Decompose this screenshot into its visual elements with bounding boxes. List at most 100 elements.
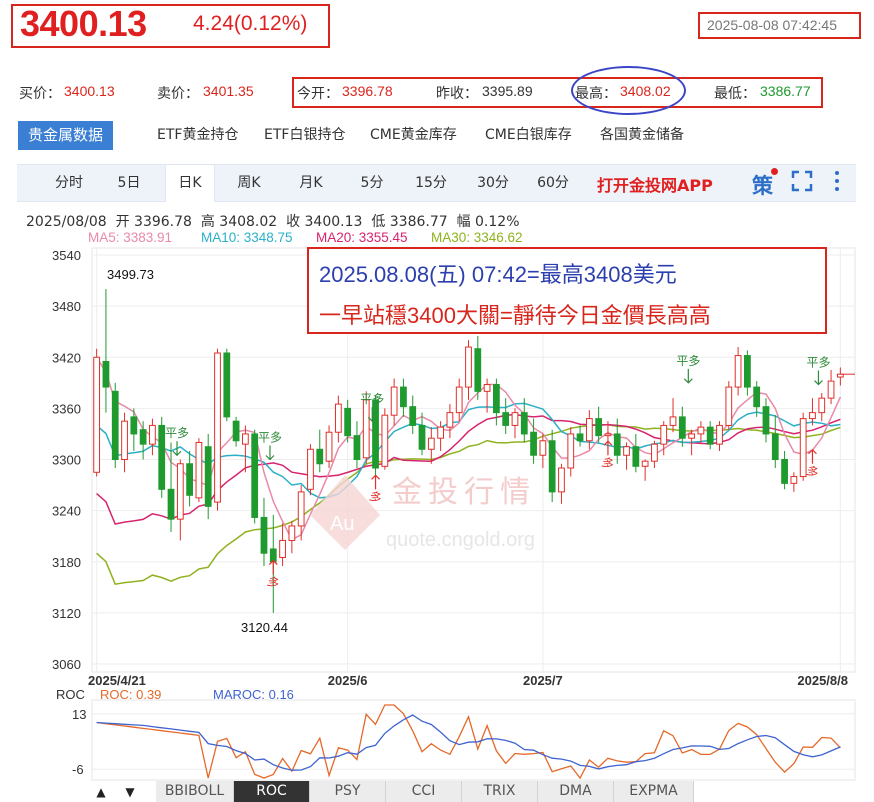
candle-body — [502, 412, 510, 426]
candle-body — [585, 418, 593, 442]
candle-body — [604, 433, 612, 437]
candle-body — [688, 433, 695, 439]
long-arrow — [603, 440, 613, 456]
candle-body — [362, 399, 370, 459]
candle-body — [781, 459, 788, 484]
maroc-line — [96, 714, 841, 771]
candle-body — [279, 539, 286, 558]
candle-body — [223, 352, 231, 418]
candle-body — [390, 386, 398, 416]
candle-body — [400, 386, 407, 408]
long-marker: 多 — [804, 463, 820, 480]
candle-body — [455, 386, 463, 414]
watermark-logo-text: Au — [330, 513, 354, 535]
flat-long-arrow — [683, 368, 693, 384]
candle-body — [651, 443, 658, 462]
tab-trix[interactable]: TRIX — [462, 781, 538, 802]
candle-body — [93, 356, 101, 473]
candle-body — [446, 412, 454, 428]
candle-body — [232, 420, 240, 442]
watermark-url: quote.cngold.org — [386, 529, 536, 551]
candlestick-chart: 3540 3480 3420 3360 3300 3240 3180 3120 3060 2025… — [52, 247, 856, 781]
candle-body — [418, 424, 426, 450]
y-tick-label: 3240 — [52, 504, 81, 519]
candle-body — [548, 440, 556, 493]
y-tick-label: 3480 — [52, 299, 81, 314]
max-price-label: 3499.73 — [107, 267, 154, 282]
candle-body — [641, 460, 649, 467]
candle-body — [251, 433, 259, 518]
candle-body — [195, 441, 203, 499]
tab-dma[interactable]: DMA — [538, 781, 614, 802]
candle-body — [520, 412, 528, 435]
y-tick-label: 3120 — [52, 606, 81, 621]
candle-body — [530, 431, 537, 456]
candle-body — [288, 525, 296, 541]
annotation-line2: 一早站穩3400大關=靜待今日金價長高高 — [319, 303, 711, 328]
x-tick-label: 2025/4/21 — [88, 673, 146, 688]
long-arrow — [808, 448, 817, 464]
candle-body — [483, 384, 491, 392]
candle-body — [465, 346, 472, 388]
watermark-text: 金投行情 — [392, 475, 536, 510]
candle-body — [678, 416, 686, 439]
candle-body — [818, 397, 826, 414]
flat-long-marker: 平多 — [360, 392, 384, 406]
candle-body — [753, 386, 761, 408]
annotation-line1: 2025.08.08(五) 07:42=最高3408美元 — [319, 262, 677, 287]
indicator-tabs: BBIBOLL ROC PSY CCI TRIX DMA EXPMA — [90, 781, 710, 802]
candle-body — [799, 418, 807, 478]
candle-body — [595, 418, 603, 437]
tab-expma[interactable]: EXPMA — [614, 781, 694, 802]
candle-body — [790, 476, 798, 484]
tab-bbiboll[interactable]: BBIBOLL — [156, 781, 234, 802]
candle-body — [334, 403, 342, 433]
long-marker: 多 — [600, 455, 616, 472]
candle-body — [260, 516, 268, 554]
candle-body — [734, 355, 742, 388]
candle-body — [242, 433, 249, 445]
candle-body — [613, 433, 621, 456]
flat-long-marker: 平多 — [258, 431, 282, 445]
candle-body — [149, 424, 156, 445]
candle-body — [669, 416, 677, 426]
watermark-logo: Au — [310, 475, 380, 550]
tab-roc[interactable]: ROC — [234, 781, 310, 802]
y-tick-label: 3180 — [52, 555, 81, 570]
candle-body — [744, 355, 751, 388]
candle-body — [167, 488, 175, 520]
long-marker: 多 — [265, 574, 281, 591]
candle-body — [725, 386, 733, 426]
x-tick-label: 2025/6 — [328, 673, 368, 688]
candle-body — [493, 384, 500, 414]
candle-body — [567, 433, 575, 469]
roc-legend: ROC: 0.39 — [100, 687, 161, 702]
candle-body — [176, 463, 184, 520]
candle-body — [344, 407, 352, 437]
candle-body — [827, 380, 835, 399]
candle-body — [474, 348, 482, 392]
x-tick-label: 2025/8/8 — [797, 673, 848, 688]
maroc-legend: MAROC: 0.16 — [213, 687, 294, 702]
min-price-label: 3120.44 — [241, 620, 288, 635]
flat-long-marker: 平多 — [676, 354, 700, 368]
roc-line — [96, 704, 841, 780]
roc-tick-label: 13 — [72, 707, 86, 722]
tab-cci[interactable]: CCI — [386, 781, 462, 802]
long-arrow — [268, 559, 278, 575]
flat-long-arrow — [265, 445, 275, 461]
candle-body — [809, 412, 816, 420]
candle-body — [706, 426, 714, 445]
roc-title: ROC — [56, 687, 85, 702]
y-tick-label: 3540 — [52, 248, 81, 263]
candle-body — [139, 429, 147, 445]
candle-body — [186, 463, 193, 496]
candle-body — [697, 426, 705, 435]
tab-psy[interactable]: PSY — [310, 781, 386, 802]
candle-body — [632, 446, 640, 467]
y-tick-label: 3300 — [52, 453, 81, 468]
candle-body — [576, 433, 584, 442]
flat-long-arrow — [172, 441, 182, 457]
candle-body — [204, 446, 212, 507]
roc-tick-label: -6 — [72, 762, 84, 777]
